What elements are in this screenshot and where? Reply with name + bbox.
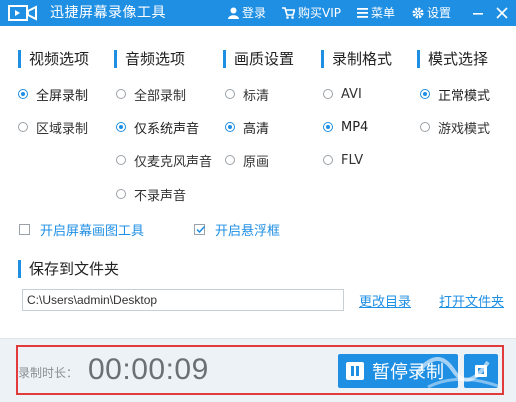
record-format-title: 录制格式 bbox=[321, 50, 392, 68]
radio-label: AVI bbox=[341, 86, 362, 102]
radio-dot bbox=[420, 122, 430, 132]
radio-label: 不录声音 bbox=[134, 188, 187, 204]
radio-label: 区域录制 bbox=[36, 121, 89, 137]
gear-icon bbox=[412, 7, 424, 19]
radio-original[interactable]: 原画 bbox=[225, 151, 270, 170]
login-label: 登录 bbox=[242, 6, 267, 20]
login-button[interactable]: 登录 bbox=[228, 4, 266, 22]
save-path-field[interactable]: C:\Users\admin\Desktop bbox=[22, 289, 344, 311]
radio-dot bbox=[225, 155, 235, 165]
menu-button[interactable]: 菜单 bbox=[357, 4, 395, 22]
radio-label: 高清 bbox=[243, 121, 270, 137]
radio-fullscreen[interactable]: 全屏录制 bbox=[18, 85, 89, 104]
highlight-frame bbox=[16, 345, 504, 395]
radio-dot bbox=[18, 122, 28, 132]
radio-dot bbox=[323, 89, 333, 99]
radio-label: 标清 bbox=[243, 88, 270, 104]
menu-icon bbox=[357, 8, 368, 18]
radio-mp4[interactable]: MP4 bbox=[323, 118, 368, 136]
radio-dot bbox=[18, 89, 28, 99]
radio-label: 正常模式 bbox=[438, 88, 491, 104]
radio-normal-mode[interactable]: 正常模式 bbox=[420, 85, 491, 104]
buy-vip-button[interactable]: 购买VIP bbox=[282, 4, 341, 22]
save-folder-title: 保存到文件夹 bbox=[18, 260, 119, 278]
checkbox-label: 开启屏幕画图工具 bbox=[40, 223, 145, 239]
cart-icon bbox=[282, 7, 295, 19]
mode-select-title: 模式选择 bbox=[417, 50, 488, 68]
radio-all-audio[interactable]: 全部录制 bbox=[116, 85, 187, 104]
radio-dot bbox=[420, 89, 430, 99]
radio-label: 仅麦克风声音 bbox=[134, 154, 213, 170]
settings-label: 设置 bbox=[427, 6, 452, 20]
checkbox-label: 开启悬浮框 bbox=[215, 223, 281, 239]
open-folder-link[interactable]: 打开文件夹 bbox=[439, 291, 504, 310]
user-icon bbox=[228, 7, 239, 19]
quality-settings-title: 画质设置 bbox=[223, 50, 294, 68]
radio-label: 仅系统声音 bbox=[134, 121, 200, 137]
title-bar: 迅捷屏幕录像工具 登录 购买VIP 菜单 设置 bbox=[0, 0, 516, 26]
radio-game-mode[interactable]: 游戏模式 bbox=[420, 118, 491, 137]
radio-dot bbox=[323, 155, 333, 165]
radio-dot bbox=[225, 89, 235, 99]
radio-label: 全部录制 bbox=[134, 88, 187, 104]
radio-region[interactable]: 区域录制 bbox=[18, 118, 89, 137]
radio-dot bbox=[116, 89, 126, 99]
minimize-icon[interactable] bbox=[468, 3, 488, 23]
close-icon[interactable] bbox=[492, 3, 512, 23]
radio-mic-audio[interactable]: 仅麦克风声音 bbox=[116, 151, 213, 170]
radio-label: 全屏录制 bbox=[36, 88, 89, 104]
radio-label: 原画 bbox=[243, 154, 270, 170]
radio-sd[interactable]: 标清 bbox=[225, 85, 270, 104]
radio-hd[interactable]: 高清 bbox=[225, 118, 270, 137]
radio-dot bbox=[116, 155, 126, 165]
radio-dot bbox=[323, 122, 333, 132]
radio-label: FLV bbox=[341, 152, 364, 168]
buy-vip-label: 购买VIP bbox=[298, 6, 341, 20]
radio-dot bbox=[116, 122, 126, 132]
checkmark-icon bbox=[196, 225, 206, 233]
app-title: 迅捷屏幕录像工具 bbox=[50, 5, 166, 21]
checkbox-box bbox=[194, 223, 206, 235]
change-directory-link[interactable]: 更改目录 bbox=[359, 291, 411, 310]
radio-dot bbox=[225, 122, 235, 132]
radio-label: 游戏模式 bbox=[438, 121, 491, 137]
radio-avi[interactable]: AVI bbox=[323, 85, 362, 103]
radio-label: MP4 bbox=[341, 119, 369, 135]
settings-button[interactable]: 设置 bbox=[412, 4, 451, 22]
app-logo-icon bbox=[8, 5, 37, 21]
radio-dot bbox=[116, 189, 126, 199]
video-options-title: 视频选项 bbox=[18, 50, 89, 68]
checkbox-drawing-tool[interactable]: 开启屏幕画图工具 bbox=[19, 221, 145, 239]
checkbox-box bbox=[19, 223, 30, 235]
audio-options-title: 音频选项 bbox=[114, 50, 185, 68]
checkbox-float-window[interactable]: 开启悬浮框 bbox=[194, 221, 281, 239]
menu-label: 菜单 bbox=[371, 6, 396, 20]
radio-no-audio[interactable]: 不录声音 bbox=[116, 185, 187, 204]
radio-flv[interactable]: FLV bbox=[323, 151, 363, 169]
radio-system-audio[interactable]: 仅系统声音 bbox=[116, 118, 200, 137]
